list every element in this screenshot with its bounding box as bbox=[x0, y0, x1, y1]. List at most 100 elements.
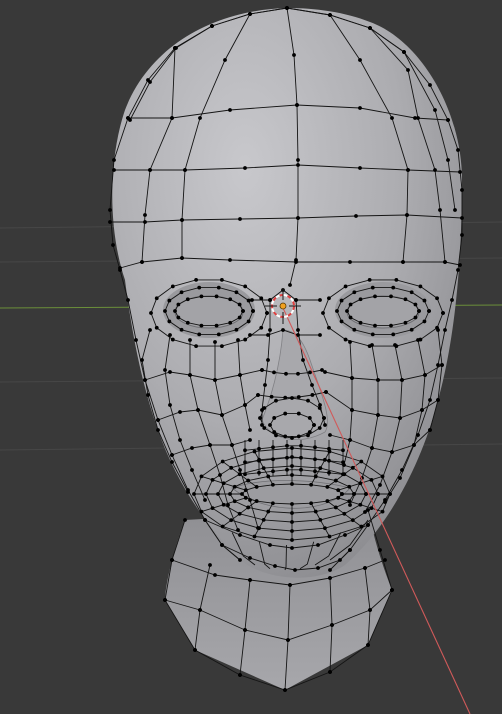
mesh-vertex bbox=[228, 108, 232, 112]
mesh-vertex bbox=[148, 328, 152, 332]
mesh-vertex bbox=[257, 470, 261, 475]
mesh-vertex bbox=[295, 103, 299, 107]
mesh-vertex bbox=[290, 455, 294, 459]
mesh-vertex bbox=[285, 467, 289, 472]
mesh-vertex bbox=[333, 478, 338, 483]
mesh-vertex bbox=[238, 558, 242, 562]
mesh-vertex bbox=[317, 406, 322, 410]
mesh-vertex bbox=[266, 509, 271, 514]
mesh-vertex bbox=[341, 448, 345, 453]
mesh-vertex bbox=[423, 373, 427, 377]
mesh-vertex bbox=[156, 418, 160, 422]
mesh-vertex bbox=[316, 566, 320, 570]
mesh-vertex bbox=[243, 628, 247, 632]
mesh-vertex bbox=[288, 283, 292, 287]
mesh-vertex bbox=[376, 413, 380, 417]
mesh-vertex bbox=[370, 446, 374, 450]
mesh-vertex bbox=[350, 376, 354, 380]
mesh-vertex bbox=[168, 370, 172, 374]
mesh-vertex bbox=[203, 498, 207, 502]
mesh-vertex bbox=[296, 434, 301, 439]
mesh-vertex bbox=[254, 499, 259, 503]
mesh-vertex bbox=[416, 433, 420, 437]
mesh-vertex bbox=[257, 526, 261, 531]
mesh-vertex bbox=[290, 538, 294, 542]
mesh-vertex bbox=[220, 277, 224, 282]
mesh-vertex bbox=[389, 294, 393, 299]
mesh-vertex bbox=[238, 373, 242, 377]
mesh-vertex bbox=[443, 260, 447, 264]
mesh-vertex bbox=[296, 395, 301, 399]
mesh-vertex bbox=[328, 576, 332, 580]
mesh-vertex bbox=[400, 378, 404, 382]
mesh-vertex bbox=[228, 492, 232, 496]
mesh-vertex bbox=[403, 320, 408, 325]
mesh-vertex bbox=[358, 320, 363, 325]
mesh-vertex bbox=[170, 460, 174, 464]
mesh-vertex bbox=[176, 315, 181, 320]
3d-viewport[interactable] bbox=[0, 0, 502, 714]
mesh-vertex bbox=[405, 213, 409, 217]
mesh-vertex bbox=[420, 408, 424, 412]
mesh-vertex bbox=[367, 277, 372, 282]
mesh-vertex bbox=[391, 332, 396, 337]
mesh-vertex bbox=[183, 168, 187, 172]
mesh-vertex bbox=[246, 478, 251, 483]
mesh-vertex bbox=[238, 468, 242, 472]
mesh-vertex bbox=[460, 216, 464, 220]
mesh-vertex bbox=[383, 558, 387, 562]
mesh-vertex bbox=[460, 188, 464, 192]
mesh-vertex bbox=[163, 598, 167, 602]
mesh-vertex bbox=[226, 503, 230, 507]
mesh-vertex bbox=[352, 492, 356, 496]
mesh-vertex bbox=[190, 446, 194, 450]
mesh-vertex bbox=[199, 323, 204, 328]
mesh-vertex bbox=[167, 298, 172, 303]
mesh-vertex bbox=[112, 158, 116, 162]
mesh-vertex bbox=[450, 298, 454, 302]
mesh-vertex bbox=[229, 465, 234, 470]
mesh-vertex bbox=[359, 459, 364, 464]
mesh-vertex bbox=[293, 568, 297, 572]
mesh-vertex bbox=[323, 526, 327, 531]
mesh-vertex bbox=[156, 428, 160, 432]
mesh-vertex bbox=[281, 328, 285, 332]
mesh-vertex bbox=[290, 546, 294, 550]
mesh-vertex bbox=[325, 485, 330, 489]
mesh-vertex bbox=[283, 688, 287, 692]
mesh-vertex bbox=[197, 332, 202, 337]
mesh-vertex bbox=[252, 534, 257, 539]
mesh-vertex bbox=[237, 472, 242, 477]
mesh-vertex bbox=[416, 338, 420, 342]
mesh-vertex bbox=[380, 509, 385, 514]
mesh-vertex bbox=[183, 518, 187, 522]
mesh-vertex bbox=[438, 208, 442, 212]
mesh-vertex bbox=[350, 465, 355, 470]
mesh-vertex bbox=[154, 296, 159, 301]
mesh-vertex bbox=[296, 371, 300, 376]
mesh-vertex bbox=[262, 406, 267, 410]
mesh-vertex bbox=[228, 258, 232, 262]
mesh-vertex bbox=[257, 446, 261, 451]
mesh-vertex bbox=[364, 492, 368, 496]
mesh-vertex bbox=[214, 294, 219, 299]
mesh-vertex bbox=[321, 311, 325, 315]
mesh-vertex bbox=[237, 315, 242, 320]
mesh-vertex bbox=[252, 449, 257, 454]
mesh-vertex bbox=[348, 548, 352, 552]
mesh-vertex bbox=[313, 469, 317, 474]
mesh-vertex bbox=[168, 333, 172, 337]
mesh-vertex bbox=[409, 327, 414, 332]
mesh-vertex bbox=[398, 416, 402, 420]
mesh-vertex bbox=[323, 370, 327, 374]
mesh-vertex bbox=[266, 358, 270, 362]
mesh-vertex bbox=[290, 502, 294, 506]
mesh-vertex bbox=[317, 426, 322, 430]
viewport-canvas[interactable] bbox=[0, 0, 502, 714]
mesh-vertex bbox=[213, 378, 217, 382]
mesh-vertex bbox=[366, 643, 370, 647]
mesh-vertex bbox=[391, 285, 396, 290]
mesh-vertex bbox=[406, 68, 410, 72]
mesh-vertex bbox=[327, 325, 331, 330]
mesh-vertex bbox=[213, 573, 217, 577]
